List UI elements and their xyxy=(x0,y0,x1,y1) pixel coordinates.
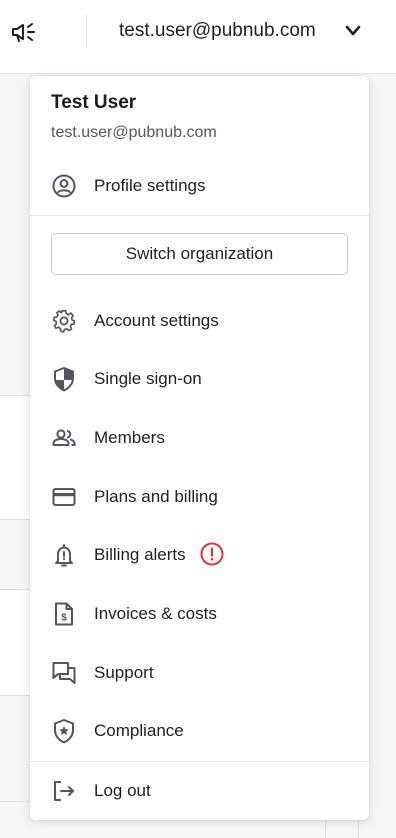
menu-item-label: Account settings xyxy=(94,311,219,330)
user-circle-icon xyxy=(51,173,77,199)
background-divider xyxy=(0,519,30,520)
shield-star-icon xyxy=(51,718,77,744)
chevron-down-icon xyxy=(344,23,362,44)
menu-item-support[interactable]: Support xyxy=(30,647,369,699)
shield-icon xyxy=(51,366,77,392)
account-dropdown-menu: Test User test.user@pubnub.com Profile s… xyxy=(30,76,369,820)
menu-item-members[interactable]: Members xyxy=(30,412,369,464)
background-divider xyxy=(0,395,30,396)
menu-item-label: Log out xyxy=(94,781,151,800)
menu-divider xyxy=(30,215,369,216)
menu-item-compliance[interactable]: Compliance xyxy=(30,705,369,757)
menu-item-label: Support xyxy=(94,663,154,682)
user-name: Test User xyxy=(51,92,137,113)
menu-item-label: Plans and billing xyxy=(94,487,218,506)
menu-item-label: Members xyxy=(94,428,165,447)
background-divider xyxy=(0,695,30,696)
background-divider xyxy=(358,820,359,838)
menu-item-log-out[interactable]: Log out xyxy=(30,765,369,817)
account-menu-trigger[interactable]: test.user@pubnub.com xyxy=(110,14,380,48)
background-divider xyxy=(0,801,30,802)
svg-text:$: $ xyxy=(61,613,67,624)
menu-item-label: Single sign-on xyxy=(94,369,202,388)
top-bar: test.user@pubnub.com xyxy=(0,0,396,74)
switch-organization-button[interactable]: Switch organization xyxy=(51,233,348,275)
menu-item-account-settings[interactable]: Account settings xyxy=(30,295,369,347)
user-email: test.user@pubnub.com xyxy=(51,124,217,141)
menu-item-label: Compliance xyxy=(94,721,184,740)
background-divider xyxy=(325,820,326,838)
topbar-divider xyxy=(86,14,87,48)
credit-card-icon xyxy=(51,484,77,510)
menu-divider xyxy=(30,761,369,762)
invoice-icon: $ xyxy=(51,601,77,627)
menu-item-label: Billing alerts xyxy=(94,545,186,564)
menu-item-plans-and-billing[interactable]: Plans and billing xyxy=(30,471,369,523)
menu-item-label: Profile settings xyxy=(94,176,206,195)
chat-icon xyxy=(51,660,77,686)
menu-item-invoices-and-costs[interactable]: $ Invoices & costs xyxy=(30,588,369,640)
alert-exclamation-icon xyxy=(200,542,224,566)
menu-item-single-sign-on[interactable]: Single sign-on xyxy=(30,353,369,405)
menu-item-profile-settings[interactable]: Profile settings xyxy=(30,160,369,212)
background-panel xyxy=(0,590,30,696)
megaphone-icon[interactable] xyxy=(10,18,40,46)
background-panel xyxy=(0,396,30,520)
bell-alert-icon xyxy=(51,542,77,568)
logout-icon xyxy=(51,778,77,804)
members-icon xyxy=(51,425,77,451)
menu-item-billing-alerts[interactable]: Billing alerts xyxy=(30,529,369,581)
menu-item-label: Invoices & costs xyxy=(94,604,217,623)
gear-icon xyxy=(51,308,77,334)
account-email: test.user@pubnub.com xyxy=(119,20,316,41)
